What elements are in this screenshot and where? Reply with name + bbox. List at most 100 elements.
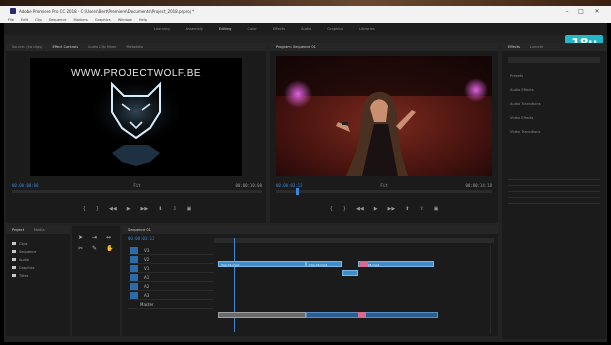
- tab-effect-controls[interactable]: Effect Controls: [52, 45, 78, 49]
- menu-clip[interactable]: Clip: [35, 18, 42, 22]
- project-item[interactable]: Titles: [12, 272, 64, 280]
- program-mark-out-icon[interactable]: }: [343, 206, 346, 212]
- workspace-color[interactable]: Color: [247, 27, 256, 31]
- project-item[interactable]: Sequence: [12, 248, 64, 256]
- tab-audio-clip-mixer[interactable]: Audio Clip Mixer: [88, 45, 116, 49]
- audio-clip[interactable]: [218, 312, 306, 318]
- audio-clip[interactable]: [306, 312, 438, 318]
- minimize-button[interactable]: –: [560, 6, 574, 16]
- project-item[interactable]: Audio: [12, 256, 64, 264]
- effects-section-video-transitions[interactable]: Video Transitions: [510, 125, 606, 139]
- fx-marker: [360, 261, 368, 267]
- menu-help[interactable]: Help: [139, 18, 147, 22]
- source-monitor-viewer[interactable]: WWW.PROJECTWOLF.BE: [30, 58, 242, 176]
- source-fit-dropdown[interactable]: Fit: [133, 183, 140, 188]
- workspace-audio[interactable]: Audio: [301, 27, 311, 31]
- tab-source[interactable]: Source: (no clips): [12, 45, 42, 49]
- tab-metadata[interactable]: Metadata: [126, 45, 143, 49]
- workspace-assembly[interactable]: Assembly: [186, 27, 203, 31]
- effects-section-audio-effects[interactable]: Audio Effects: [510, 83, 606, 97]
- step-back-icon[interactable]: ◀◀: [109, 206, 117, 212]
- watermark-text: WWW.PROJECTWOLF.BE: [70, 68, 202, 79]
- hand-tool-icon[interactable]: ✋: [106, 245, 116, 252]
- effects-section-presets[interactable]: Presets: [510, 69, 606, 83]
- mark-out-icon[interactable]: }: [96, 206, 99, 212]
- close-button[interactable]: ✕: [590, 6, 604, 16]
- source-monitor-tabs: Source: (no clips) Effect Controls Audio…: [6, 43, 266, 51]
- project-item[interactable]: Clips: [12, 240, 64, 248]
- menu-sequence[interactable]: Sequence: [49, 18, 67, 22]
- time-ruler[interactable]: [214, 238, 494, 243]
- workspace-effects[interactable]: Effects: [273, 27, 285, 31]
- pen-tool-icon[interactable]: ✎: [92, 245, 102, 252]
- track-target-toggle[interactable]: [130, 246, 138, 254]
- extract-icon[interactable]: ⇪: [419, 206, 423, 212]
- insert-icon[interactable]: ⬇: [158, 206, 162, 212]
- premiere-app-icon: [10, 8, 16, 14]
- video-clip-v1[interactable]: [342, 270, 358, 276]
- source-scrubber[interactable]: [12, 190, 262, 193]
- tab-sequence[interactable]: Sequence 01: [128, 228, 151, 232]
- program-step-forward-icon[interactable]: ▶▶: [388, 206, 396, 212]
- ripple-edit-icon[interactable]: ↔: [106, 234, 116, 241]
- menu-bar: File Edit Clip Sequence Markers Graphics…: [0, 16, 611, 23]
- menu-markers[interactable]: Markers: [74, 18, 88, 22]
- effects-section-video-effects[interactable]: Video Effects: [510, 111, 606, 125]
- track-target-toggle[interactable]: [130, 273, 138, 281]
- tab-effects[interactable]: Effects: [508, 45, 520, 49]
- project-item[interactable]: Graphics: [12, 264, 64, 272]
- track-target-toggle[interactable]: [130, 291, 138, 299]
- track-target-toggle[interactable]: [130, 255, 138, 263]
- source-timecode-duration: 00:00:10:00: [235, 182, 262, 188]
- razor-tool-icon[interactable]: ✂: [78, 245, 88, 252]
- program-timecode-current[interactable]: 00:00:03:12: [276, 183, 303, 188]
- effects-divider: [508, 191, 600, 192]
- program-mark-in-icon[interactable]: {: [330, 206, 333, 212]
- workspace-bar: Learning Assembly Editing Color Effects …: [4, 23, 607, 35]
- tab-project[interactable]: Project: [12, 228, 24, 232]
- program-export-frame-icon[interactable]: ▣: [434, 206, 439, 212]
- track-target-toggle[interactable]: [130, 264, 138, 272]
- video-clip[interactable]: Clip 02.mp4: [306, 261, 342, 267]
- program-fit-dropdown[interactable]: Fit: [380, 183, 387, 188]
- program-monitor-viewer[interactable]: [276, 56, 492, 176]
- overwrite-icon[interactable]: ⇩: [172, 206, 176, 212]
- fx-marker: [358, 312, 366, 318]
- workspace-graphics[interactable]: Graphics: [327, 27, 343, 31]
- step-forward-icon[interactable]: ▶▶: [141, 206, 149, 212]
- lift-icon[interactable]: ⬆: [405, 206, 409, 212]
- workspace-libraries[interactable]: Libraries: [359, 27, 375, 31]
- workspace-editing[interactable]: Editing: [219, 27, 232, 31]
- menu-file[interactable]: File: [8, 18, 14, 22]
- workspace-learning[interactable]: Learning: [154, 27, 170, 31]
- track-header-a1: A1: [128, 273, 214, 282]
- play-icon[interactable]: ▶: [127, 206, 131, 212]
- tab-lumetri[interactable]: Lumetri: [530, 45, 543, 49]
- program-playhead[interactable]: [296, 188, 299, 195]
- effects-divider: [508, 185, 600, 186]
- program-step-back-icon[interactable]: ◀◀: [356, 206, 364, 212]
- program-scrubber[interactable]: [276, 188, 492, 195]
- video-clip[interactable]: Clip 03.mp4: [358, 261, 434, 267]
- program-play-icon[interactable]: ▶: [374, 206, 378, 212]
- track-header-a2: A2: [128, 282, 214, 291]
- menu-window[interactable]: Window: [118, 18, 132, 22]
- menu-edit[interactable]: Edit: [21, 18, 28, 22]
- effects-search-input[interactable]: [508, 57, 600, 63]
- tab-media[interactable]: Media: [34, 228, 45, 232]
- project-panel: Project Media Clips Sequence Audio Graph…: [6, 226, 70, 336]
- timeline-timecode[interactable]: 00:00:03:12: [128, 236, 155, 241]
- video-clip[interactable]: Clip 01.mp4: [218, 261, 306, 267]
- timeline-tabs: Sequence 01: [122, 226, 498, 234]
- tab-program[interactable]: Program: Sequence 01: [276, 45, 316, 49]
- maximize-button[interactable]: □: [574, 6, 588, 16]
- title-bar: Adobe Premiere Pro CC 2018 - C:\Users\Be…: [0, 6, 611, 16]
- selection-tool-icon[interactable]: ➤: [78, 234, 88, 241]
- effects-section-audio-transitions[interactable]: Audio Transitions: [510, 97, 606, 111]
- track-target-toggle[interactable]: [130, 282, 138, 290]
- track-select-icon[interactable]: ⇥: [92, 234, 102, 241]
- menu-graphics[interactable]: Graphics: [95, 18, 111, 22]
- export-frame-icon[interactable]: ▣: [187, 206, 192, 212]
- mark-in-icon[interactable]: {: [83, 206, 86, 212]
- source-timecode-current[interactable]: 00:00:00:00: [12, 183, 39, 188]
